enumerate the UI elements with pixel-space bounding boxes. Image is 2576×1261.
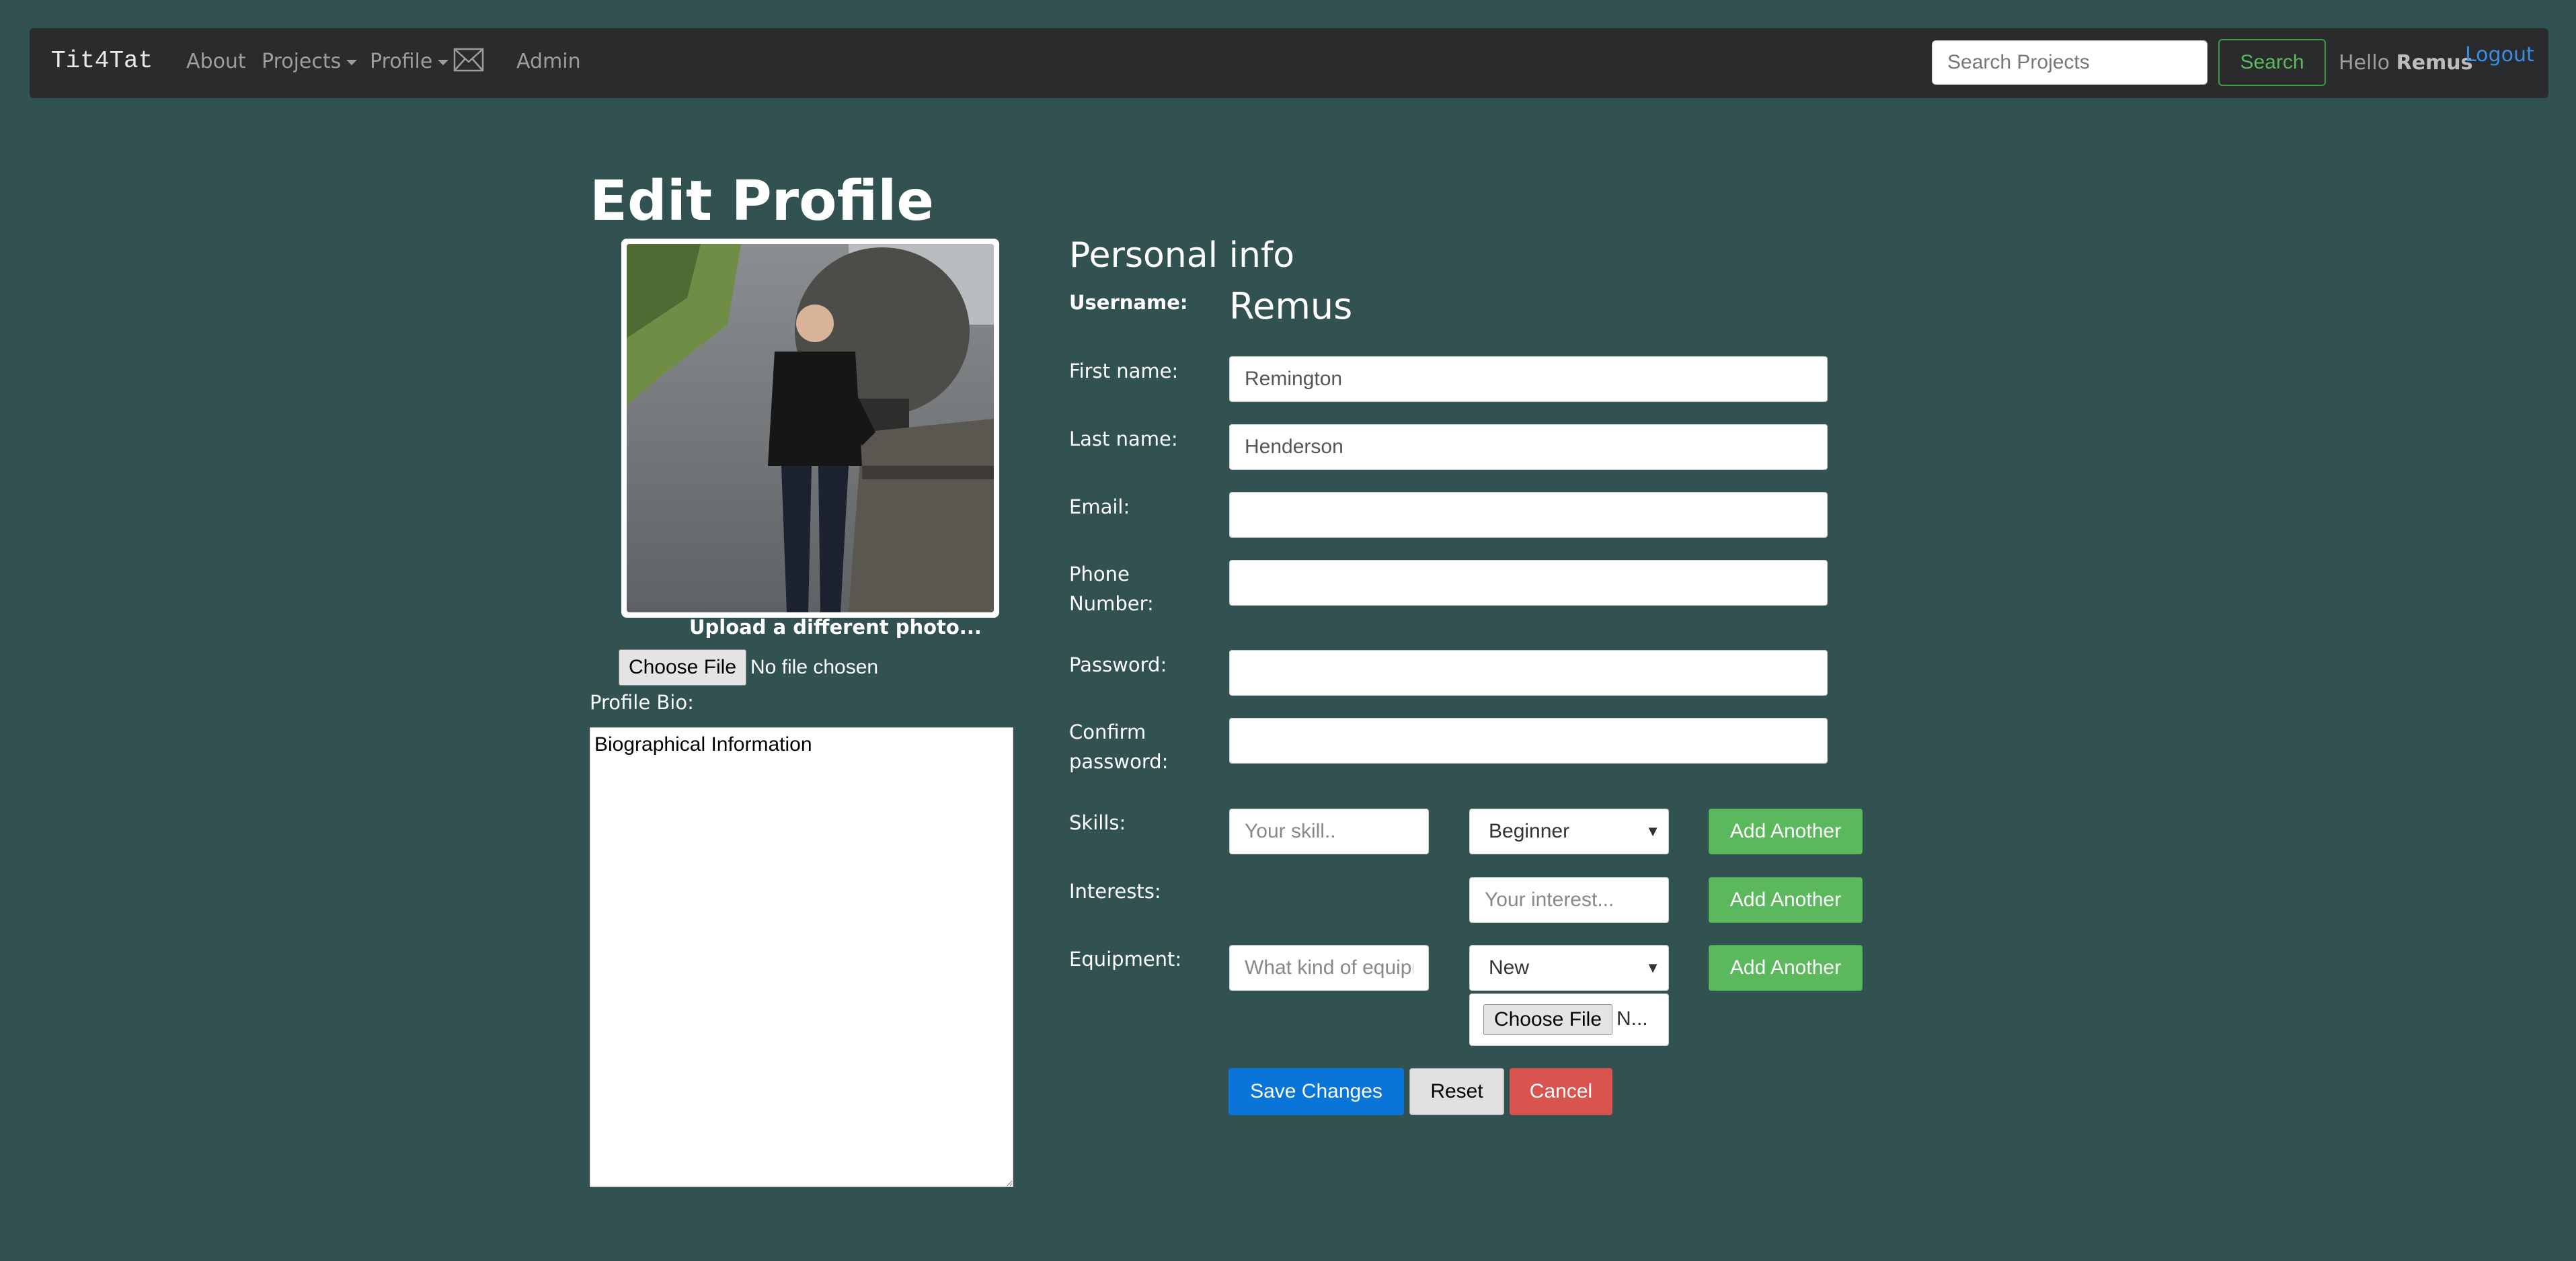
nav-profile-dropdown[interactable]: Profile: [370, 50, 449, 73]
dropdown-arrow-icon: ▼: [1645, 823, 1660, 840]
profile-photo: [627, 244, 994, 612]
nav-about[interactable]: About: [186, 50, 246, 73]
photo-file-status: No file chosen: [750, 656, 879, 678]
nav-projects-label: Projects: [262, 50, 342, 73]
choose-equipment-file-button[interactable]: Choose File: [1483, 1004, 1612, 1035]
section-title: Personal info: [1069, 235, 1295, 276]
reset-button[interactable]: Reset: [1409, 1068, 1504, 1115]
choose-photo-button[interactable]: Choose File: [619, 649, 746, 686]
equipment-file-status: N...: [1616, 1008, 1648, 1030]
add-equipment-button[interactable]: Add Another: [1709, 945, 1863, 991]
cancel-button[interactable]: Cancel: [1510, 1068, 1612, 1115]
upload-photo-label: Upload a different photo...: [689, 616, 982, 639]
add-interest-button[interactable]: Add Another: [1709, 877, 1863, 923]
greeting-text: Hello: [2339, 51, 2390, 75]
brand-logo[interactable]: Tit4Tat: [51, 47, 153, 75]
username-value: Remus: [1229, 285, 1353, 327]
email-field[interactable]: [1229, 492, 1828, 538]
chevron-down-icon: [346, 59, 358, 65]
equipment-file-box: Choose File N...: [1469, 993, 1669, 1046]
password-label: Password:: [1069, 653, 1167, 676]
interest-input[interactable]: [1469, 877, 1669, 923]
confirm-password-field[interactable]: [1229, 718, 1828, 764]
chevron-down-icon: [438, 59, 449, 65]
phone-field[interactable]: [1229, 560, 1828, 606]
nav-profile-label: Profile: [370, 50, 433, 73]
user-greeting: Hello Remus: [2339, 51, 2473, 75]
skill-level-select[interactable]: Beginner ▼: [1469, 809, 1669, 854]
equipment-condition-select[interactable]: New ▼: [1469, 945, 1669, 991]
greeting-username: Remus: [2396, 51, 2473, 75]
skill-level-value: Beginner: [1489, 820, 1570, 842]
password-field[interactable]: [1229, 650, 1828, 696]
mail-icon[interactable]: [453, 47, 484, 76]
search-button[interactable]: Search: [2218, 39, 2326, 86]
equipment-input[interactable]: [1229, 945, 1429, 991]
bio-label: Profile Bio:: [590, 691, 694, 714]
logout-link[interactable]: Logout: [2465, 43, 2534, 67]
skills-label: Skills:: [1069, 811, 1126, 834]
nav-admin[interactable]: Admin: [516, 50, 581, 73]
first-name-label: First name:: [1069, 360, 1179, 382]
interests-label: Interests:: [1069, 880, 1161, 903]
save-changes-button[interactable]: Save Changes: [1228, 1068, 1404, 1115]
first-name-field[interactable]: [1229, 356, 1828, 402]
confirm-password-label: Confirm password:: [1069, 721, 1169, 773]
profile-photo-frame: [621, 239, 999, 618]
dropdown-arrow-icon: ▼: [1645, 959, 1660, 976]
search-input[interactable]: [1932, 40, 2208, 85]
equipment-label: Equipment:: [1069, 948, 1182, 971]
top-navbar: Tit4Tat About Projects Profile Admin Sea…: [30, 28, 2548, 98]
phone-label: Phone Number:: [1069, 563, 1154, 615]
page-title: Edit Profile: [590, 169, 934, 233]
bio-textarea[interactable]: Biographical Information: [590, 727, 1013, 1187]
equipment-condition-value: New: [1489, 957, 1530, 979]
nav-projects-dropdown[interactable]: Projects: [262, 50, 358, 73]
username-label: Username:: [1069, 291, 1188, 314]
email-label: Email:: [1069, 495, 1130, 518]
add-skill-button[interactable]: Add Another: [1709, 809, 1863, 854]
skill-input[interactable]: [1229, 809, 1429, 854]
last-name-label: Last name:: [1069, 428, 1178, 450]
last-name-field[interactable]: [1229, 424, 1828, 470]
